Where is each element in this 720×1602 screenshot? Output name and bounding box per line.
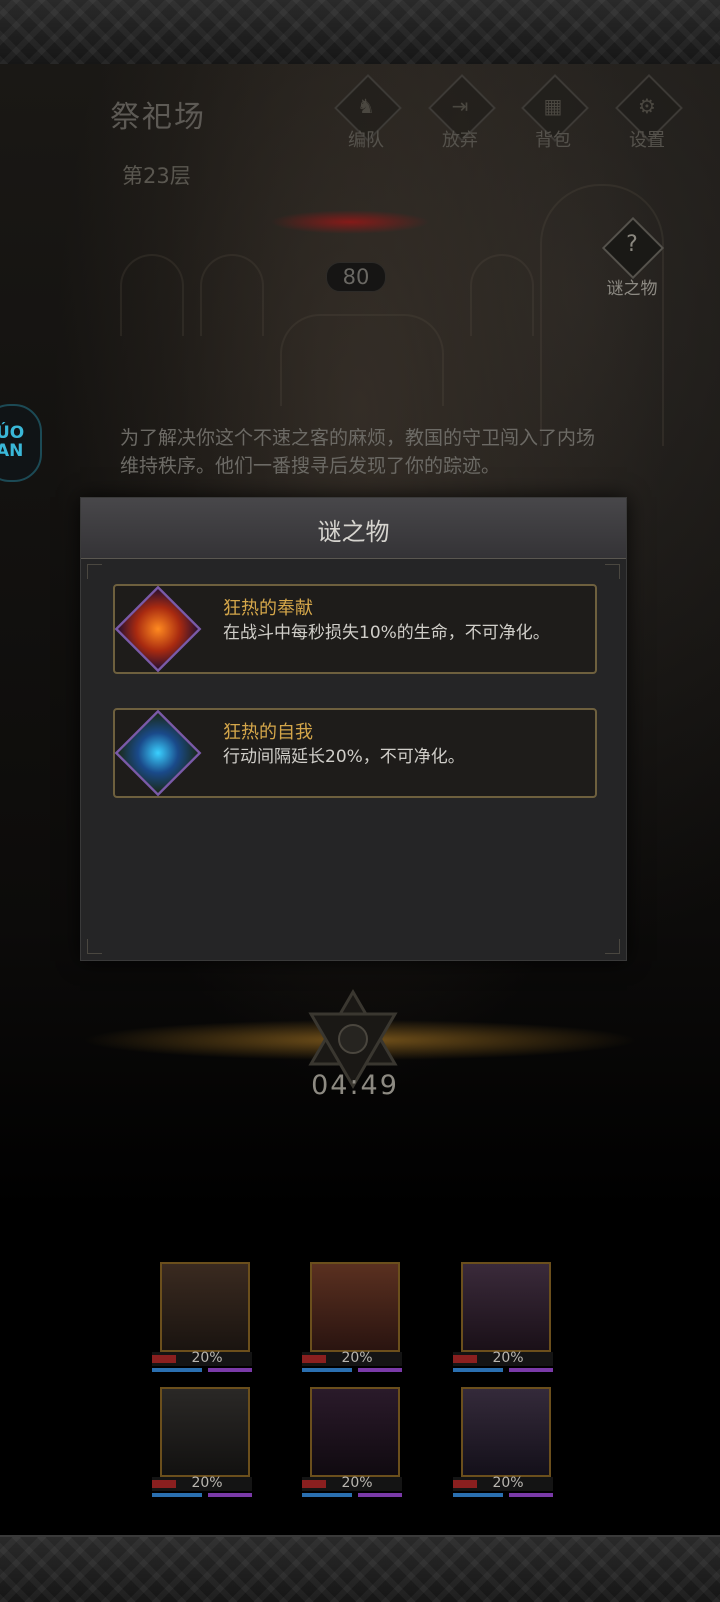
backpack-button[interactable]: ▦ 背包	[517, 74, 589, 152]
arch-decoration	[200, 254, 264, 336]
item-description: 行动间隔延长20%，不可净化。	[223, 747, 465, 767]
red-glow-effect	[270, 210, 430, 234]
item-description: 在战斗中每秒损失10%的生命，不可净化。	[223, 623, 550, 643]
formation-icon: ♞	[357, 94, 375, 118]
party-member-slot[interactable]: 20%	[152, 1387, 262, 1507]
location-title: 祭祀场	[110, 100, 206, 135]
corner-ornament	[605, 939, 620, 954]
abandon-label: 放弃	[442, 130, 478, 151]
story-text: 为了解决你这个不速之客的麻烦，教国的守卫闯入了内场维持秩序。他们一番搜寻后发现了…	[120, 427, 596, 477]
character-portrait	[310, 1262, 400, 1352]
skill-bar-purple	[509, 1493, 553, 1497]
settings-button[interactable]: ⚙ 设置	[611, 74, 683, 152]
skill-bar-purple	[358, 1493, 402, 1497]
corner-ornament	[87, 564, 102, 579]
character-portrait	[461, 1387, 551, 1477]
skill-bar-purple	[208, 1368, 252, 1372]
arch-decoration	[280, 314, 444, 406]
settings-label: 设置	[629, 130, 665, 151]
character-portrait	[160, 1387, 250, 1477]
corner-ornament	[605, 564, 620, 579]
character-portrait	[461, 1262, 551, 1352]
hp-percent: 20%	[191, 1350, 223, 1366]
hp-percent: 20%	[492, 1475, 524, 1491]
arch-decoration	[120, 254, 184, 336]
burning-figure-icon	[118, 589, 198, 669]
party-member-slot[interactable]: 20%	[453, 1387, 563, 1507]
lightning-figure-icon	[118, 713, 198, 793]
party-member-slot[interactable]: 20%	[302, 1387, 412, 1507]
skill-bar-purple	[208, 1493, 252, 1497]
energy-bar-blue	[152, 1368, 202, 1372]
hp-percent: 20%	[191, 1475, 223, 1491]
arch-decoration	[470, 254, 534, 336]
hp-percent: 20%	[341, 1475, 373, 1491]
modal-title: 谜之物	[317, 518, 390, 546]
energy-bar-blue	[453, 1493, 503, 1497]
hp-percent: 20%	[341, 1350, 373, 1366]
party-member-slot[interactable]: 20%	[453, 1262, 563, 1382]
mystery-items-modal: 谜之物 狂热的奉献 在战斗中每秒损失10%的生命，不可净化。 狂热的自我 行动间…	[80, 497, 627, 961]
countdown-timer: 04:49	[311, 1070, 399, 1101]
bottom-ornament-bar	[0, 1535, 720, 1602]
character-portrait	[160, 1262, 250, 1352]
energy-bar-blue	[152, 1493, 202, 1497]
skill-bar-purple	[358, 1368, 402, 1372]
modal-header: 谜之物	[81, 498, 626, 559]
formation-button[interactable]: ♞ 编队	[330, 74, 402, 152]
mystery-item-card[interactable]: 狂热的自我 行动间隔延长20%，不可净化。	[113, 708, 597, 798]
backpack-icon: ▦	[543, 94, 563, 118]
mystery-item-card[interactable]: 狂热的奉献 在战斗中每秒损失10%的生命，不可净化。	[113, 584, 597, 674]
party-member-slot[interactable]: 20%	[152, 1262, 262, 1382]
mystery-question-icon: ?	[626, 232, 638, 257]
backpack-label: 背包	[535, 130, 571, 151]
floor-label: 第23层	[122, 164, 191, 188]
corner-ornament	[87, 939, 102, 954]
abandon-icon: ⇥	[451, 94, 469, 118]
character-portrait	[310, 1387, 400, 1477]
party-member-slot[interactable]: 20%	[302, 1262, 412, 1382]
settings-icon: ⚙	[638, 94, 656, 118]
energy-bar-blue	[302, 1368, 352, 1372]
mystery-items-button[interactable]: ? 谜之物	[598, 216, 666, 302]
icon-frame	[114, 709, 202, 797]
formation-label: 编队	[348, 130, 384, 151]
item-name: 狂热的奉献	[223, 598, 313, 619]
skill-bar-purple	[509, 1368, 553, 1372]
badge-logo-text: ÚO AN	[0, 423, 25, 461]
energy-bar-blue	[302, 1493, 352, 1497]
step-counter: 80	[326, 262, 386, 292]
abandon-button[interactable]: ⇥ 放弃	[424, 74, 496, 152]
item-name: 狂热的自我	[223, 722, 313, 743]
top-ornament-bar	[0, 0, 720, 66]
floating-assistant-badge[interactable]: ÚO AN	[0, 404, 42, 482]
mystery-items-label: 谜之物	[606, 279, 658, 299]
hp-percent: 20%	[492, 1350, 524, 1366]
energy-bar-blue	[453, 1368, 503, 1372]
icon-frame	[114, 585, 202, 673]
